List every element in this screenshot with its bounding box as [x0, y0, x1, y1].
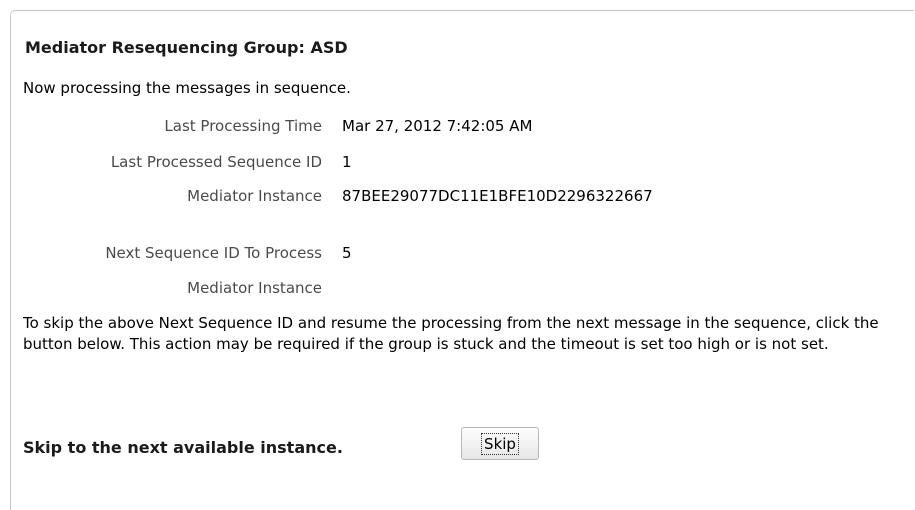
page-title: Mediator Resequencing Group: ASD — [25, 38, 348, 57]
detail-value: 1 — [342, 153, 352, 171]
status-text: Now processing the messages in sequence. — [23, 79, 351, 97]
next-label: Mediator Instance — [187, 279, 322, 297]
detail-label: Last Processed Sequence ID — [110, 153, 322, 171]
skip-button-label: Skip — [481, 432, 519, 455]
next-value: 5 — [342, 244, 352, 262]
info-paragraph: To skip the above Next Sequence ID and r… — [23, 314, 879, 353]
detail-value: Mar 27, 2012 7:42:05 AM — [342, 117, 533, 135]
detail-value: 87BEE29077DC11E1BFE10D2296322667 — [342, 187, 653, 205]
detail-row-mediator-instance: Mediator Instance 87BEE29077DC11E1BFE10D… — [0, 187, 900, 211]
detail-row-last-processing-time: Last Processing Time Mar 27, 2012 7:42:0… — [0, 117, 900, 141]
skip-button[interactable]: Skip — [461, 427, 539, 460]
detail-row-last-processed-sequence-id: Last Processed Sequence ID 1 — [0, 153, 900, 177]
next-row-mediator-instance: Mediator Instance — [0, 279, 900, 303]
detail-label: Last Processing Time — [164, 117, 322, 135]
next-row-sequence-id: Next Sequence ID To Process 5 — [0, 244, 900, 268]
detail-label: Mediator Instance — [187, 187, 322, 205]
skip-prompt: Skip to the next available instance. — [23, 438, 343, 457]
next-label: Next Sequence ID To Process — [105, 244, 322, 262]
